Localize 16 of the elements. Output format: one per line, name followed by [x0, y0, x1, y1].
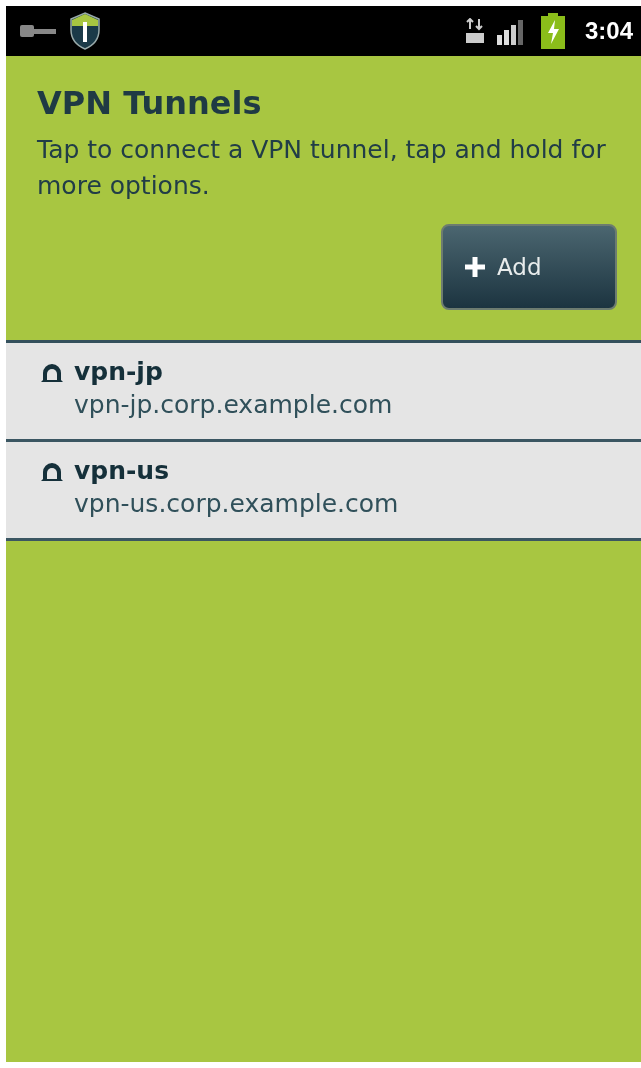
tunnel-icon [40, 361, 64, 382]
tunnel-host: vpn-jp.corp.example.com [74, 390, 394, 419]
tunnel-list-item[interactable]: vpn-us vpn-us.corp.example.com [6, 442, 641, 541]
clock-time: 3:04 [584, 17, 633, 45]
plus-icon [463, 255, 487, 279]
tunnel-list-item[interactable]: vpn-jp vpn-jp.corp.example.com [6, 343, 641, 442]
add-button[interactable]: Add [441, 224, 617, 310]
battery-charging-icon [540, 13, 565, 49]
key-icon [20, 23, 58, 39]
tunnel-host: vpn-us.corp.example.com [74, 489, 400, 518]
tunnel-name: vpn-jp [74, 357, 164, 386]
tunnel-name: vpn-us [74, 456, 171, 485]
page-title: VPN Tunnels [37, 84, 263, 122]
tunnel-icon [40, 460, 64, 481]
shield-icon [70, 12, 100, 50]
page-subtitle: Tap to connect a VPN tunnel, tap and hold for more options. [37, 134, 607, 202]
